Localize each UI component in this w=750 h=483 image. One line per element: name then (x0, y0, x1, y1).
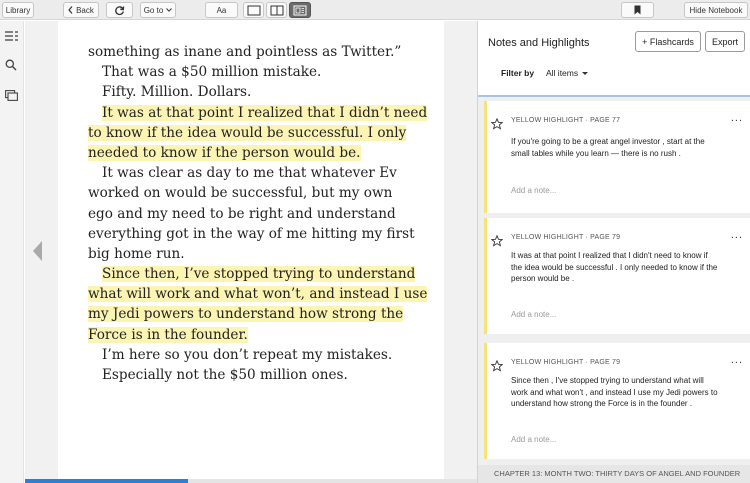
hide-notebook-button[interactable]: Hide Notebook (684, 2, 748, 18)
text-line: needed to know if the person would be. (88, 143, 438, 163)
flashcards-button[interactable]: + Flashcards (635, 31, 701, 52)
highlighted-text[interactable]: my Jedi powers to understand how strong … (88, 306, 404, 323)
notebook-view-button[interactable] (289, 2, 311, 18)
highlight-text: Since then , I've stopped trying to unde… (511, 376, 718, 408)
filter-dropdown[interactable]: All items (546, 68, 589, 78)
text-line: It was clear as day to me that whatever … (88, 163, 438, 183)
search-icon[interactable] (4, 58, 18, 72)
flashcards-button-label: + Flashcards (642, 36, 694, 47)
text-line: Force is in the founder. (88, 325, 438, 345)
notebook-title: Notes and Highlights (488, 37, 590, 49)
star-icon[interactable] (490, 234, 504, 247)
two-column-icon (270, 5, 284, 16)
text-line: worked on would be successful, but my ow… (88, 183, 438, 203)
export-button[interactable]: Export (705, 31, 745, 52)
chevron-left-icon (68, 6, 73, 14)
highlight-text: It was at that point I realized that I d… (511, 251, 718, 283)
line-text: worked on would be successful, but my ow… (88, 185, 393, 202)
line-text: something as inane and pointless as Twit… (88, 44, 402, 60)
library-button[interactable]: Library (2, 2, 34, 18)
notebook-panel: Notes and Highlights + Flashcards Export… (477, 21, 750, 483)
text-line: It was at that point I realized that I d… (88, 103, 438, 123)
hide-notebook-label: Hide Notebook (689, 5, 743, 15)
line-text: ego and my need to be right and understa… (88, 205, 396, 222)
text-line: big home run. (88, 244, 438, 264)
previous-page-arrow-icon[interactable] (33, 241, 42, 261)
star-icon[interactable] (490, 359, 504, 372)
text-line: what will work and what won’t, and inste… (88, 284, 438, 304)
back-button[interactable]: Back (63, 2, 99, 18)
export-button-label: Export (711, 36, 738, 47)
two-column-view-button[interactable] (266, 2, 287, 18)
single-column-icon (247, 5, 261, 16)
highlight-card[interactable]: YELLOW HIGHLIGHT · PAGE 79 ... It was at… (484, 218, 750, 334)
line-text: big home run. (88, 245, 185, 262)
top-toolbar: Library Back Go to Aa Hide Notebook (0, 0, 750, 20)
highlighted-text[interactable]: what will work and what won’t, and inste… (88, 286, 428, 303)
highlighted-text[interactable]: Since then, I’ve stopped trying to under… (102, 266, 416, 283)
text-line: That was a $50 million mistake. (88, 62, 438, 82)
more-options-icon[interactable]: ... (731, 229, 743, 241)
text-line: something as inane and pointless as Twit… (88, 42, 438, 62)
add-note-field[interactable]: Add a note... (511, 186, 556, 195)
line-text: everything got in the way of me hitting … (88, 225, 415, 242)
table-of-contents-icon[interactable] (4, 29, 18, 43)
line-text: Especially not the $50 million ones. (102, 367, 348, 383)
text-line: I’m here so you don’t repeat my mistakes… (88, 345, 438, 365)
bookmark-button[interactable] (621, 2, 654, 18)
highlight-header: YELLOW HIGHLIGHT · PAGE 77 (511, 117, 621, 124)
filter-label: Filter by (501, 68, 535, 78)
text-line: Fifty. Million. Dollars. (88, 82, 438, 102)
text-line: my Jedi powers to understand how strong … (88, 304, 438, 324)
highlight-card[interactable]: YELLOW HIGHLIGHT · PAGE 79 ... Since the… (484, 343, 750, 459)
kindle-reader-window: Library Back Go to Aa Hide Notebook some… (0, 0, 750, 483)
add-note-field[interactable]: Add a note... (511, 435, 556, 444)
reading-progress-fill (25, 479, 188, 483)
highlight-header: YELLOW HIGHLIGHT · PAGE 79 (511, 234, 621, 241)
highlight-header: YELLOW HIGHLIGHT · PAGE 79 (511, 359, 621, 366)
text-line: everything got in the way of me hitting … (88, 224, 438, 244)
text-line: Since then, I’ve stopped trying to under… (88, 264, 438, 284)
font-settings-button[interactable]: Aa (205, 2, 238, 18)
filter-value: All items (546, 68, 579, 78)
line-text: That was a $50 million mistake. (102, 64, 322, 81)
bookmark-icon (634, 5, 641, 15)
reading-progress-bar[interactable] (25, 479, 477, 483)
sync-button[interactable] (106, 2, 133, 18)
highlights-list: YELLOW HIGHLIGHT · PAGE 77 ... If you're… (478, 95, 750, 465)
highlighted-text[interactable]: to know if the idea would be successful.… (88, 124, 407, 141)
library-button-label: Library (5, 5, 31, 15)
add-note-field[interactable]: Add a note... (511, 310, 556, 319)
highlight-card[interactable]: YELLOW HIGHLIGHT · PAGE 77 ... If you're… (484, 101, 750, 213)
more-options-icon[interactable]: ... (731, 354, 743, 366)
highlighted-text[interactable]: It was at that point I realized that I d… (102, 104, 428, 121)
font-settings-label: Aa (216, 5, 227, 15)
single-column-view-button[interactable] (243, 2, 264, 18)
left-rail (0, 21, 24, 483)
sync-icon (114, 5, 125, 16)
text-line: to know if the idea would be successful.… (88, 123, 438, 143)
highlighted-text[interactable]: Force is in the founder. (88, 326, 248, 343)
book-text: something as inane and pointless as Twit… (88, 42, 438, 385)
go-to-dropdown[interactable]: Go to (140, 2, 176, 18)
line-text: I’m here so you don’t repeat my mistakes… (102, 346, 393, 363)
text-line: Especially not the $50 million ones. (88, 365, 438, 385)
caret-down-icon (582, 71, 589, 75)
notebook-view-icon (293, 5, 307, 16)
line-text: Fifty. Million. Dollars. (102, 84, 252, 101)
star-icon[interactable] (490, 117, 504, 130)
back-button-label: Back (76, 5, 94, 15)
highlighted-text[interactable]: needed to know if the person would be. (88, 144, 361, 161)
chapter-footer: CHAPTER 13: MONTH TWO: THIRTY DAYS OF AN… (478, 465, 750, 483)
text-line: ego and my need to be right and understa… (88, 204, 438, 224)
go-to-label: Go to (143, 5, 164, 15)
flashcards-icon[interactable] (4, 88, 18, 102)
line-text: It was clear as day to me that whatever … (102, 165, 397, 182)
highlight-text: If you're going to be a great angel inve… (511, 137, 705, 158)
more-options-icon[interactable]: ... (731, 112, 743, 124)
chevron-down-icon (166, 8, 173, 12)
